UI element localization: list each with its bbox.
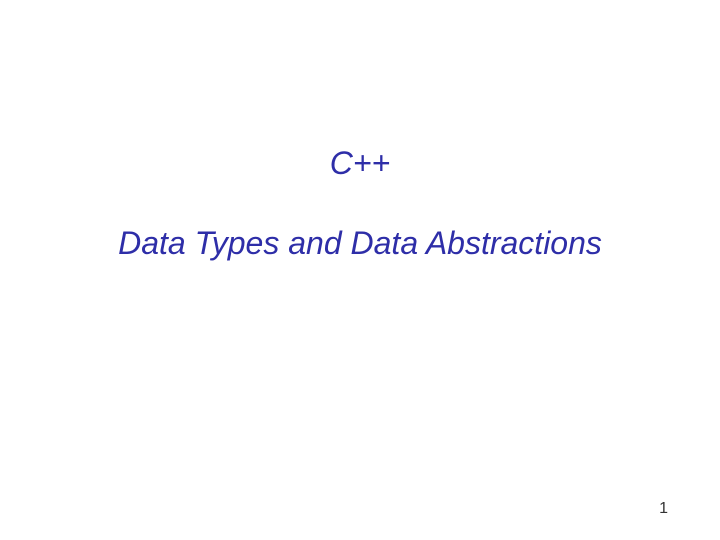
page-number: 1 bbox=[659, 500, 668, 518]
slide-title: C++ bbox=[0, 145, 720, 182]
slide-subtitle: Data Types and Data Abstractions bbox=[0, 225, 720, 262]
